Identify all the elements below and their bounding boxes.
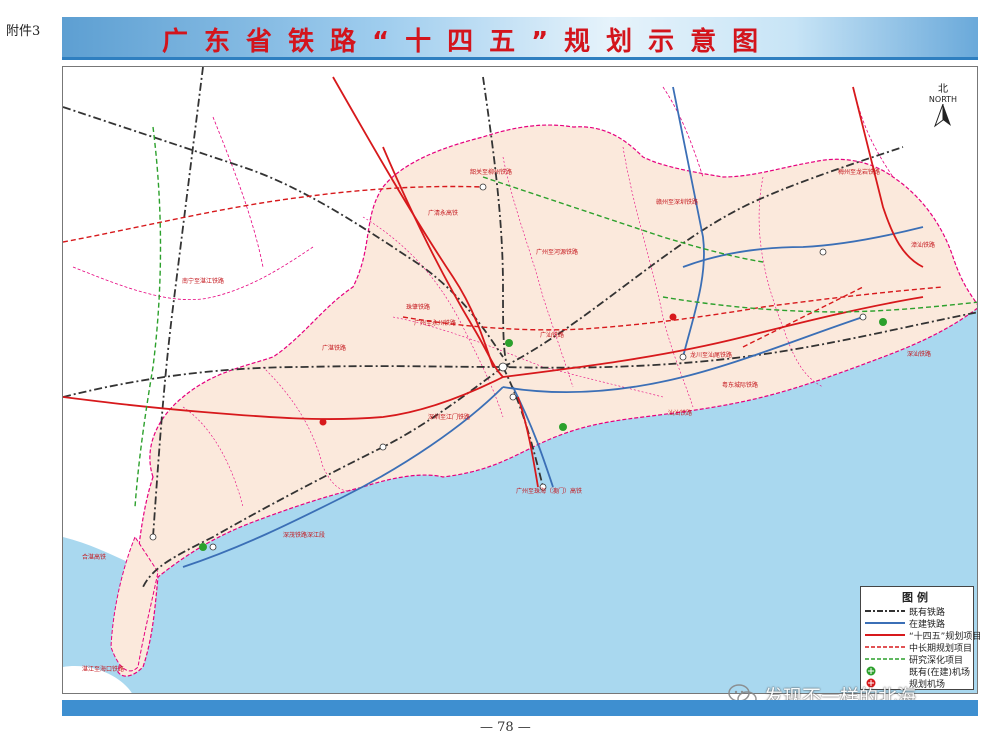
plan14-railway-symbol [865, 634, 905, 636]
page-number: — 78 — [480, 720, 531, 735]
map-label: 广汕铁路 [540, 332, 565, 339]
map-label: 深汕铁路 [907, 351, 932, 358]
research-railway-symbol [865, 658, 905, 660]
bottom-bar [62, 700, 978, 716]
map-label: 南宁至湛江铁路 [182, 278, 225, 285]
map-label: 合湛高铁 [82, 554, 107, 561]
north-label-cn: 北 [938, 84, 948, 95]
map-label: 深圳至江门铁路 [428, 414, 471, 421]
map-label: 漳汕铁路 [911, 242, 936, 249]
map-canvas [63, 67, 977, 693]
map-label: 广州至河源铁路 [536, 249, 579, 256]
existing-railway-symbol [865, 610, 905, 612]
map-label: 湛江至海口铁路 [82, 666, 125, 673]
attachment-label: 附件3 [6, 24, 41, 39]
map-label: 珠肇铁路 [406, 304, 431, 311]
legend-item-airport: 既有(在建)机场 [861, 665, 973, 678]
map-legend: 图例 既有铁路 在建铁路 “十四五”规划项目 中长期规划项目 研究深化项目 既有… [860, 586, 981, 690]
construction-railway-symbol [865, 622, 905, 624]
legend-item-plan14: “十四五”规划项目 [861, 629, 981, 642]
north-arrow-icon [933, 103, 951, 128]
map-label: 广州至珠海（澳门）高铁 [516, 488, 583, 495]
legend-item-construction: 在建铁路 [861, 617, 973, 630]
map-label: 梅州至龙岩铁路 [838, 169, 881, 176]
north-label-en: NORTH [928, 95, 958, 104]
map-label: 广清永高铁 [428, 210, 459, 217]
legend-item-research: 研究深化项目 [861, 653, 973, 666]
longterm-railway-symbol [865, 646, 905, 648]
map-label: 龙川至汕尾铁路 [690, 352, 733, 359]
map-title: 广东省铁路“十四五”规划示意图 [162, 27, 775, 57]
railway-map [62, 66, 978, 694]
map-label: 广州至永州铁路 [414, 320, 457, 327]
north-arrow: 北 NORTH [928, 80, 958, 130]
title-banner: 广东省铁路“十四五”规划示意图 [62, 17, 978, 60]
legend-title: 图例 [902, 591, 932, 604]
map-label: 粤东城际铁路 [722, 382, 759, 389]
legend-item-existing: 既有铁路 [861, 605, 973, 618]
map-label: 韶关至柳州铁路 [470, 169, 513, 176]
map-label: 赣州至深圳铁路 [656, 199, 699, 206]
airport-icon [866, 666, 876, 676]
map-label: 汕汕铁路 [668, 410, 693, 417]
legend-item-longterm: 中长期规划项目 [861, 641, 973, 654]
map-label: 深茂铁路深江段 [283, 532, 326, 539]
map-label: 广湛铁路 [322, 345, 347, 352]
